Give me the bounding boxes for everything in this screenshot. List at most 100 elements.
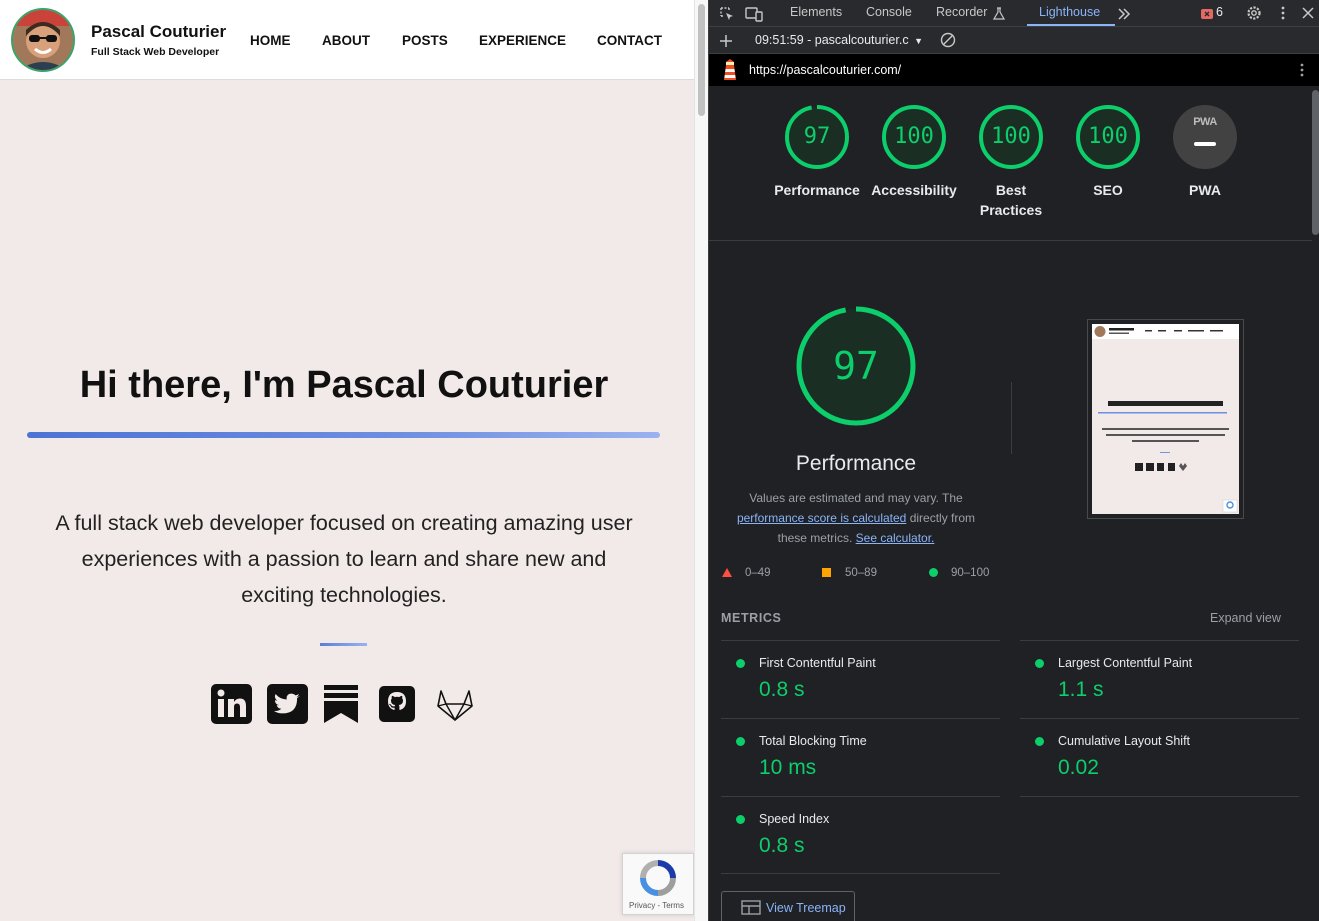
performance-description: Values are estimated and may vary. The p… <box>726 488 986 548</box>
score-calculation-link[interactable]: performance score is calculated <box>737 511 906 525</box>
metric-speed-index: Speed Index 0.8 s <box>721 796 1000 874</box>
expand-view-toggle[interactable]: Expand view <box>1210 611 1281 625</box>
report-selector[interactable]: 09:51:59 - pascalcouturier.c ▼ <box>755 33 923 47</box>
lighthouse-toolbar: 09:51:59 - pascalcouturier.c ▼ <box>709 27 1319 54</box>
thumbnail-image <box>1092 324 1239 514</box>
report-url[interactable]: https://pascalcouturier.com/ <box>749 63 901 77</box>
site-header: Pascal Couturier Full Stack Web Develope… <box>0 0 694 80</box>
github-icon[interactable] <box>379 684 415 729</box>
pwa-badge-icon: PWA <box>1193 116 1217 128</box>
divider <box>1020 796 1299 797</box>
kebab-menu-icon[interactable] <box>1280 5 1286 21</box>
linkedin-icon[interactable] <box>211 684 252 729</box>
green-circle-icon <box>929 568 938 577</box>
divider <box>721 873 1000 874</box>
legend-average: 50–89 <box>822 567 877 579</box>
page-scrollbar[interactable] <box>694 0 708 921</box>
description-text: these metrics. <box>777 531 853 545</box>
gauge-score: 100 <box>991 124 1031 149</box>
pass-dot-icon <box>736 737 745 746</box>
metric-name: Largest Contentful Paint <box>1058 656 1193 670</box>
metric-fcp: First Contentful Paint 0.8 s <box>721 640 1000 718</box>
hero-description: A full stack web developer focused on cr… <box>24 505 664 613</box>
brand-name[interactable]: Pascal Couturier <box>91 22 226 42</box>
legend-pass: 90–100 <box>929 567 989 579</box>
report-scrollbar-thumb[interactable] <box>1312 90 1319 235</box>
flask-icon <box>993 7 1005 20</box>
avatar[interactable] <box>11 8 75 72</box>
section-divider <box>320 643 367 646</box>
gauge-label: Best Practices <box>979 182 1043 218</box>
tab-console[interactable]: Console <box>866 5 912 19</box>
hero-title: Hi there, I'm Pascal Couturier <box>79 364 609 406</box>
vertical-divider <box>1011 382 1012 454</box>
view-treemap-label: View Treemap <box>766 901 846 915</box>
hero-description-line: experiences with a passion to learn and … <box>81 547 607 571</box>
website-viewport: Pascal Couturier Full Stack Web Develope… <box>0 0 694 921</box>
hero-description-line: exciting technologies. <box>241 583 447 607</box>
metric-name: Speed Index <box>759 812 830 826</box>
nav-posts[interactable]: POSTS <box>402 33 448 48</box>
gauge-seo[interactable]: 100 SEO <box>1058 104 1158 200</box>
recaptcha-links[interactable]: Privacy - Terms <box>629 901 684 910</box>
device-toolbar-icon[interactable] <box>745 6 763 22</box>
gauge-best-practices[interactable]: 100 Best Practices <box>961 104 1061 220</box>
metric-name: Total Blocking Time <box>759 734 867 748</box>
legend-fail: 0–49 <box>722 567 771 579</box>
orange-square-icon <box>822 568 831 577</box>
metric-value: 0.02 <box>1058 756 1099 779</box>
performance-big-score: 97 <box>833 344 879 388</box>
report-selector-label: 09:51:59 - pascalcouturier.c <box>755 33 909 47</box>
lighthouse-logo-icon <box>724 59 736 80</box>
final-screenshot-thumbnail[interactable] <box>1087 319 1244 519</box>
pass-dot-icon <box>1035 737 1044 746</box>
legend-label: 0–49 <box>745 567 771 579</box>
metric-cls: Cumulative Layout Shift 0.02 <box>1020 718 1299 796</box>
more-tabs-icon[interactable] <box>1117 7 1131 21</box>
new-report-plus-icon[interactable] <box>719 34 733 48</box>
gauge-pwa[interactable]: PWA PWA <box>1155 104 1255 200</box>
twitter-icon[interactable] <box>267 684 308 729</box>
settings-gear-icon[interactable] <box>1246 5 1262 21</box>
nav-contact[interactable]: CONTACT <box>597 33 662 48</box>
metric-value: 0.8 s <box>759 834 805 857</box>
description-text: directly from <box>909 511 976 525</box>
nav-experience[interactable]: EXPERIENCE <box>479 33 566 48</box>
gitlab-icon[interactable] <box>435 684 475 729</box>
legend-label: 90–100 <box>951 567 990 579</box>
pass-dot-icon <box>736 815 745 824</box>
view-treemap-button[interactable]: View Treemap <box>721 891 855 921</box>
metric-value: 1.1 s <box>1058 678 1104 701</box>
substack-icon[interactable] <box>323 684 359 729</box>
recaptcha-icon <box>640 860 676 896</box>
gauge-label: SEO <box>1093 182 1123 198</box>
legend-label: 50–89 <box>845 567 877 579</box>
close-icon[interactable] <box>1302 7 1314 19</box>
tab-recorder[interactable]: Recorder <box>936 5 987 19</box>
metric-name: First Contentful Paint <box>759 656 876 670</box>
tab-lighthouse[interactable]: Lighthouse <box>1039 5 1100 19</box>
devtools-panel: Elements Console Recorder Lighthouse 6 0… <box>708 0 1319 921</box>
report-menu-icon[interactable] <box>1299 62 1305 78</box>
metrics-heading: METRICS <box>721 611 782 625</box>
clear-block-icon[interactable] <box>940 32 956 48</box>
pass-dot-icon <box>1035 659 1044 668</box>
nav-about[interactable]: ABOUT <box>322 33 370 48</box>
nav-home[interactable]: HOME <box>250 33 291 48</box>
metric-value: 10 ms <box>759 756 817 779</box>
gauge-score: 97 <box>803 124 831 149</box>
devtools-tabbar: Elements Console Recorder Lighthouse 6 <box>709 0 1319 27</box>
error-icon[interactable] <box>1201 8 1213 20</box>
tab-elements[interactable]: Elements <box>790 5 842 19</box>
gauge-performance[interactable]: 97 Performance <box>767 104 867 200</box>
calculator-link[interactable]: See calculator. <box>856 531 935 545</box>
gauge-accessibility[interactable]: 100 Accessibility <box>864 104 964 200</box>
gauge-label: Performance <box>774 182 860 198</box>
recaptcha-badge[interactable]: Privacy - Terms <box>622 853 694 915</box>
pass-dot-icon <box>736 659 745 668</box>
description-text: Values are estimated and may vary. The <box>749 491 963 505</box>
hero-description-line: A full stack web developer focused on cr… <box>55 511 633 535</box>
inspect-element-icon[interactable] <box>719 6 735 22</box>
error-count[interactable]: 6 <box>1216 5 1223 19</box>
scrollbar-thumb[interactable] <box>698 4 705 116</box>
